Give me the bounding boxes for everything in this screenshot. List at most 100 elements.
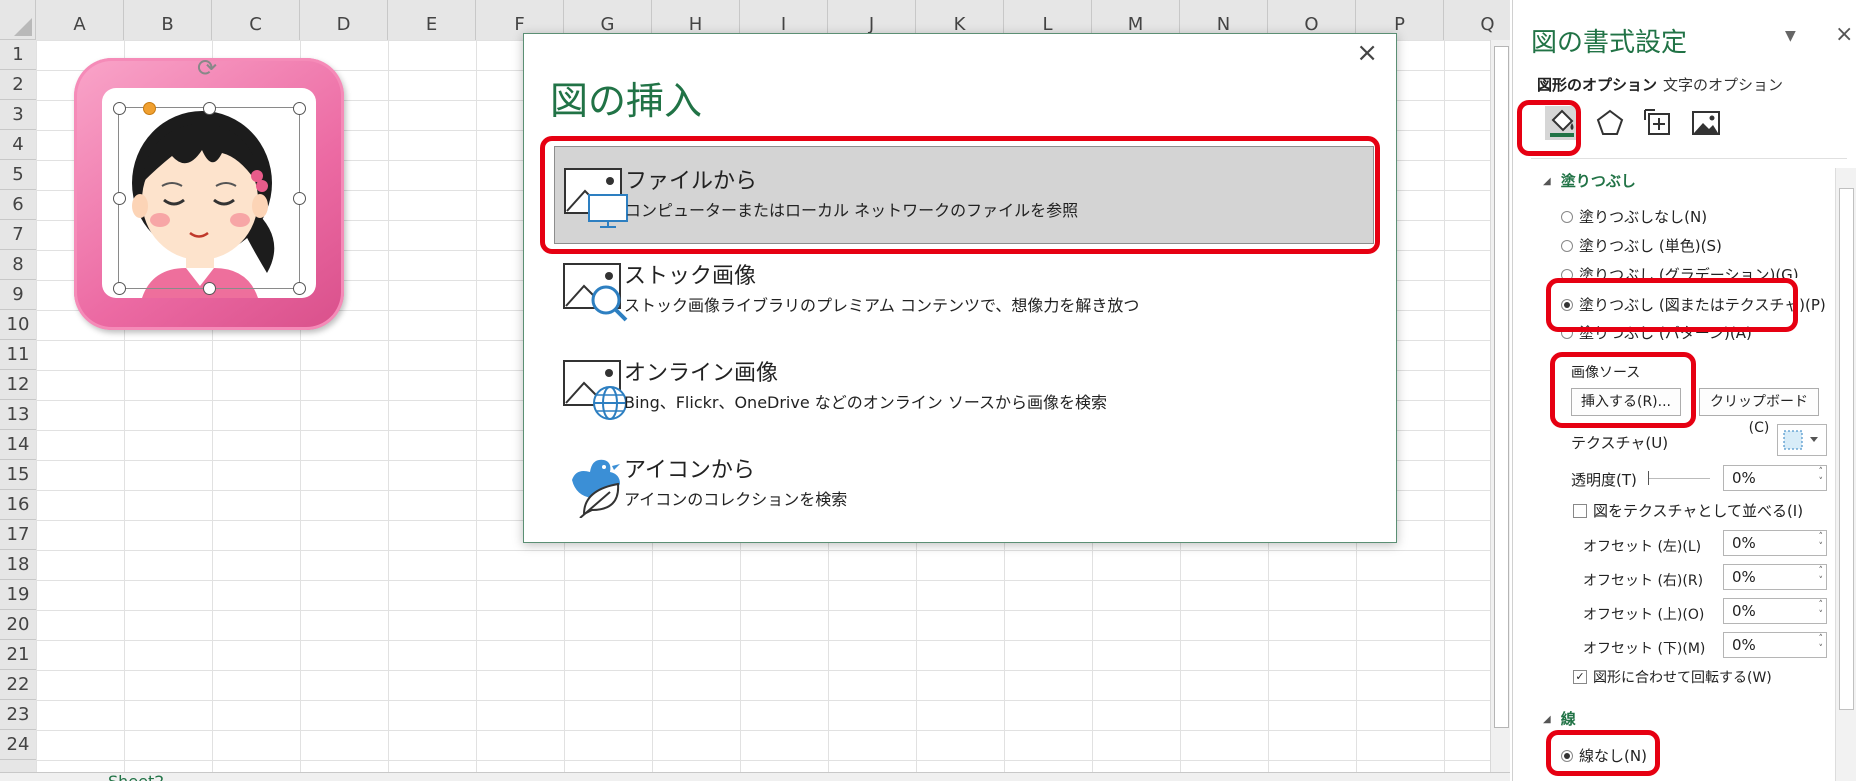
image-search-icon — [563, 263, 628, 322]
offset-top-spinner[interactable]: 0% — [1723, 598, 1827, 624]
checkbox-label: 図形に合わせて回転する(W) — [1593, 670, 1772, 686]
row-header[interactable]: 4 — [0, 130, 36, 160]
texture-picker-button[interactable] — [1777, 424, 1827, 456]
close-icon[interactable]: × — [1835, 22, 1853, 47]
pane-title: 図の書式設定 — [1531, 28, 1688, 58]
offset-left-label: オフセット (左)(L) — [1583, 539, 1702, 555]
resize-handle[interactable] — [293, 192, 306, 205]
offset-right-label: オフセット (右)(R) — [1583, 573, 1704, 589]
clipboard-button[interactable]: クリップボード(C) — [1699, 388, 1819, 436]
option-title: オンライン画像 — [624, 361, 779, 386]
texture-label: テクスチャ(U) — [1571, 434, 1669, 452]
row-header[interactable]: 7 — [0, 220, 36, 250]
transparency-slider[interactable] — [1648, 478, 1710, 479]
slider-thumb[interactable] — [1648, 471, 1649, 485]
sheet-tab-bar: Sheet2 — [0, 772, 1510, 781]
highlight-no-line — [1546, 730, 1660, 776]
radio-no-fill[interactable]: 塗りつぶしなし(N) — [1561, 206, 1707, 227]
tab-shape-options[interactable]: 図形のオプション — [1537, 74, 1657, 95]
option-title: ストック画像 — [624, 264, 757, 289]
column-header[interactable]: A — [36, 0, 124, 40]
resize-handle[interactable] — [203, 102, 216, 115]
line-section-header[interactable]: 線 — [1543, 708, 1576, 729]
effects-icon[interactable] — [1593, 106, 1627, 140]
highlight-from-file — [540, 136, 1380, 254]
row-header[interactable]: 5 — [0, 160, 36, 190]
adjustment-handle[interactable] — [143, 102, 156, 115]
highlight-picture-fill — [1546, 278, 1798, 332]
from-icons-option[interactable]: アイコンから アイコンのコレクションを検索 — [554, 436, 1372, 532]
radio-dot — [1561, 210, 1573, 223]
resize-handle[interactable] — [113, 192, 126, 205]
radio-solid-fill[interactable]: 塗りつぶし (単色)(S) — [1561, 235, 1722, 256]
rotate-icon[interactable]: ⟳ — [197, 54, 217, 82]
row-header[interactable]: 21 — [0, 640, 36, 670]
row-header[interactable]: 14 — [0, 430, 36, 460]
resize-handle[interactable] — [113, 102, 126, 115]
chevron-down-icon[interactable]: ▼ — [1785, 28, 1796, 44]
radio-label: 塗りつぶし (グラデーション)(G) — [1579, 266, 1799, 278]
resize-handle[interactable] — [203, 282, 216, 295]
close-icon[interactable]: × — [1356, 38, 1378, 68]
image-globe-icon — [563, 360, 627, 420]
option-description: Bing、Flickr、OneDrive などのオンライン ソースから画像を検索 — [624, 393, 1108, 412]
stock-images-option[interactable]: ストック画像 ストック画像ライブラリのプレミアム コンテンツで、想像力を解き放つ — [554, 242, 1372, 338]
row-header[interactable]: 1 — [0, 40, 36, 70]
scrollbar-thumb[interactable] — [1494, 46, 1509, 728]
row-header[interactable]: 22 — [0, 670, 36, 700]
picture-icon[interactable] — [1689, 106, 1723, 140]
row-header[interactable]: 13 — [0, 400, 36, 430]
row-header[interactable]: 23 — [0, 700, 36, 730]
select-all-corner[interactable] — [0, 0, 36, 40]
row-header[interactable]: 19 — [0, 580, 36, 610]
row-header[interactable]: 11 — [0, 340, 36, 370]
row-header[interactable]: 8 — [0, 250, 36, 280]
radio-gradient-fill[interactable]: 塗りつぶし (グラデーション)(G) — [1561, 264, 1799, 278]
option-title: アイコンから — [624, 458, 755, 483]
rotate-with-shape-checkbox[interactable]: ✓ 図形に合わせて回転する(W) — [1573, 667, 1772, 687]
row-header[interactable]: 18 — [0, 550, 36, 580]
row-header[interactable]: 3 — [0, 100, 36, 130]
offset-bottom-label: オフセット (下)(M) — [1583, 641, 1706, 657]
checkbox-label: 図をテクスチャとして並べる(I) — [1593, 502, 1804, 520]
size-properties-icon[interactable] — [1641, 106, 1675, 140]
highlight-image-source — [1550, 352, 1696, 428]
radio-dot — [1561, 239, 1573, 252]
row-header[interactable]: 20 — [0, 610, 36, 640]
row-header[interactable]: 15 — [0, 460, 36, 490]
vertical-scrollbar[interactable] — [1490, 40, 1510, 781]
row-header[interactable]: 6 — [0, 190, 36, 220]
row-header[interactable]: 2 — [0, 70, 36, 100]
row-header[interactable]: 9 — [0, 280, 36, 310]
option-description: ストック画像ライブラリのプレミアム コンテンツで、想像力を解き放つ — [624, 296, 1140, 315]
transparency-spinner[interactable]: 0% — [1723, 465, 1827, 491]
offset-bottom-spinner[interactable]: 0% — [1723, 632, 1827, 658]
tab-text-options[interactable]: 文字のオプション — [1663, 74, 1783, 95]
column-header[interactable]: Q — [1444, 0, 1510, 40]
column-header[interactable]: D — [300, 0, 388, 40]
highlight-fill-line-icon — [1517, 100, 1581, 156]
tile-picture-checkbox[interactable]: 図をテクスチャとして並べる(I) — [1573, 500, 1803, 521]
scrollbar-thumb[interactable] — [1839, 188, 1854, 710]
radio-label: 塗りつぶしなし(N) — [1579, 208, 1708, 226]
fill-section-header[interactable]: 塗りつぶし — [1543, 170, 1636, 191]
row-header[interactable]: 12 — [0, 370, 36, 400]
online-pictures-option[interactable]: オンライン画像 Bing、Flickr、OneDrive などのオンライン ソー… — [554, 339, 1372, 435]
sheet-tab[interactable]: Sheet2 — [108, 773, 164, 781]
offset-right-spinner[interactable]: 0% — [1723, 564, 1827, 590]
resize-handle[interactable] — [113, 282, 126, 295]
column-header[interactable]: B — [124, 0, 212, 40]
row-header[interactable]: 24 — [0, 730, 36, 760]
column-header[interactable]: C — [212, 0, 300, 40]
resize-handle[interactable] — [293, 102, 306, 115]
resize-handle[interactable] — [293, 282, 306, 295]
row-headers: 1 2 3 4 5 6 7 8 9 10 11 12 13 14 15 16 17 18 19 20 21 22 23 24 — [0, 40, 37, 781]
row-header[interactable]: 17 — [0, 520, 36, 550]
row-header[interactable]: 10 — [0, 310, 36, 340]
column-header[interactable]: E — [388, 0, 476, 40]
pane-scrollbar[interactable] — [1835, 168, 1856, 781]
checkbox-box — [1573, 503, 1587, 518]
transparency-label: 透明度(T) — [1571, 471, 1637, 489]
row-header[interactable]: 16 — [0, 490, 36, 520]
offset-left-spinner[interactable]: 0% — [1723, 530, 1827, 556]
